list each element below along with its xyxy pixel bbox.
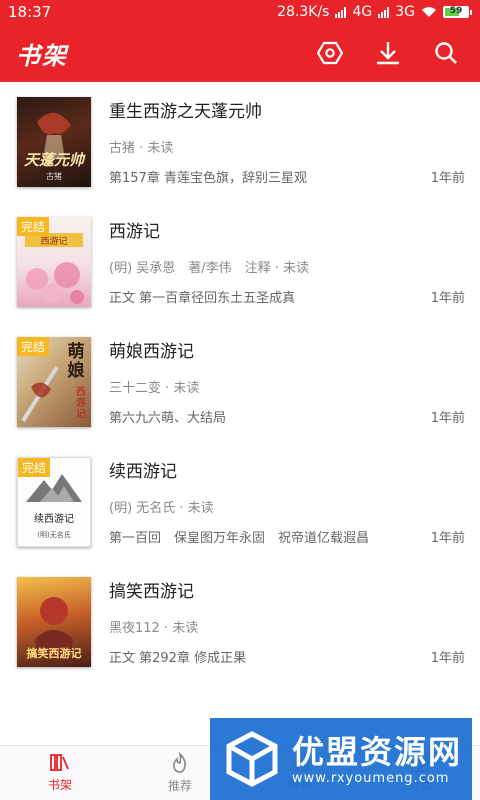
flame-icon: [173, 752, 186, 773]
page-title: 书架: [16, 41, 68, 70]
book-author: (明) 吴承恩 著/李伟 注释 · 未读: [109, 261, 310, 276]
bookshelf-icon: [50, 754, 69, 771]
book-time: 1年前: [430, 291, 465, 306]
book-item[interactable]: 完结 萌娘 西游记 萌娘西游记 三十二变 · 未读 第六九六萌、大结局 1年前: [0, 322, 480, 442]
book-time: 1年前: [430, 651, 465, 666]
nav-label: 书架: [47, 778, 72, 792]
signal-icon: [335, 6, 347, 18]
book-title: 重生西游之天蓬元帅: [109, 102, 262, 122]
book-time: 1年前: [430, 411, 465, 426]
wifi-icon: [422, 7, 436, 17]
book-time: 1年前: [430, 171, 465, 186]
book-cover[interactable]: 完结 续西游记 (明)无名氏: [17, 457, 91, 547]
cover-author: (明)无名氏: [37, 531, 71, 539]
book-chapter: 第157章 青莲宝色旗，辞别三星观: [109, 171, 307, 186]
signal-icon-2: [378, 6, 390, 18]
book-title: 萌娘西游记: [109, 342, 194, 362]
book-author: 黑夜112 · 未读: [109, 621, 199, 636]
network-type-1: 4G: [352, 4, 373, 20]
download-icon: [377, 42, 399, 65]
nav-item-bookshelf[interactable]: 书架: [0, 746, 120, 800]
battery-level: 59: [449, 6, 463, 16]
watermark-name: 优盟资源网: [292, 732, 463, 771]
book-item[interactable]: 天蓬元帅 古猪 重生西游之天蓬元帅 古猪 · 未读 第157章 青莲宝色旗，辞别…: [0, 82, 480, 202]
status-time: 18:37: [8, 3, 52, 21]
battery-icon: 59: [443, 6, 472, 18]
book-title: 续西游记: [109, 462, 177, 482]
watermark-url: www.rxyoumeng.com: [292, 770, 450, 786]
cover-author: 古猪: [46, 172, 62, 181]
book-title: 搞笑西游记: [109, 582, 194, 602]
completed-badge: 完结: [18, 458, 51, 477]
book-cover[interactable]: 完结 萌娘 西游记: [17, 337, 91, 427]
book-chapter: 第一百回 保皇图万年永固 祝帝道亿载遐昌: [109, 531, 370, 546]
book-cover[interactable]: 搞笑西游记: [17, 577, 91, 667]
cover-title: 续西游记: [34, 514, 74, 525]
app-bar: 书架: [0, 24, 480, 82]
cover-title: 搞笑西游记: [26, 647, 82, 660]
search-icon: [435, 42, 457, 64]
search-button[interactable]: [428, 35, 464, 71]
completed-badge: 完结: [17, 337, 50, 356]
cover-subtitle: 西游记: [76, 387, 86, 420]
completed-badge: 完结: [17, 217, 50, 236]
settings-button[interactable]: [312, 35, 348, 71]
network-speed: 28.3K/s: [277, 4, 330, 20]
book-chapter: 正文 第292章 修成正果: [109, 651, 247, 666]
download-button[interactable]: [370, 35, 406, 71]
cover-title: 萌娘: [67, 342, 85, 381]
network-type-2: 3G: [395, 4, 415, 20]
book-author: (明) 无名氏 · 未读: [109, 501, 214, 516]
book-cover[interactable]: 完结 西游记: [17, 217, 91, 307]
book-chapter: 第六九六萌、大结局: [109, 411, 227, 426]
book-author: 三十二变 · 未读: [109, 381, 200, 396]
book-chapter: 正文 第一百章径回东土五圣成真: [109, 291, 296, 306]
nav-label: 推荐: [167, 779, 192, 793]
settings-hex-icon: [317, 41, 343, 65]
bookshelf-list: 天蓬元帅 古猪 重生西游之天蓬元帅 古猪 · 未读 第157章 青莲宝色旗，辞别…: [0, 82, 480, 682]
cover-title: 天蓬元帅: [23, 151, 84, 169]
book-item[interactable]: 完结 西游记 西游记 (明) 吴承恩 著/李伟 注释 · 未读 正文 第一百章径…: [0, 202, 480, 322]
cube-logo-icon: [226, 731, 278, 787]
book-cover[interactable]: 天蓬元帅 古猪: [17, 97, 91, 187]
watermark-banner: 优盟资源网 www.rxyoumeng.com: [210, 718, 472, 800]
book-item[interactable]: 搞笑西游记 搞笑西游记 黑夜112 · 未读 正文 第292章 修成正果 1年前: [0, 562, 480, 682]
book-time: 1年前: [430, 531, 465, 546]
status-bar: 18:37 28.3K/s 4G 3G 59: [0, 0, 480, 24]
book-item[interactable]: 完结 续西游记 (明)无名氏 续西游记 (明) 无名氏 · 未读 第一百回 保皇…: [0, 442, 480, 562]
book-author: 古猪 · 未读: [109, 141, 174, 156]
book-title: 西游记: [109, 222, 160, 242]
